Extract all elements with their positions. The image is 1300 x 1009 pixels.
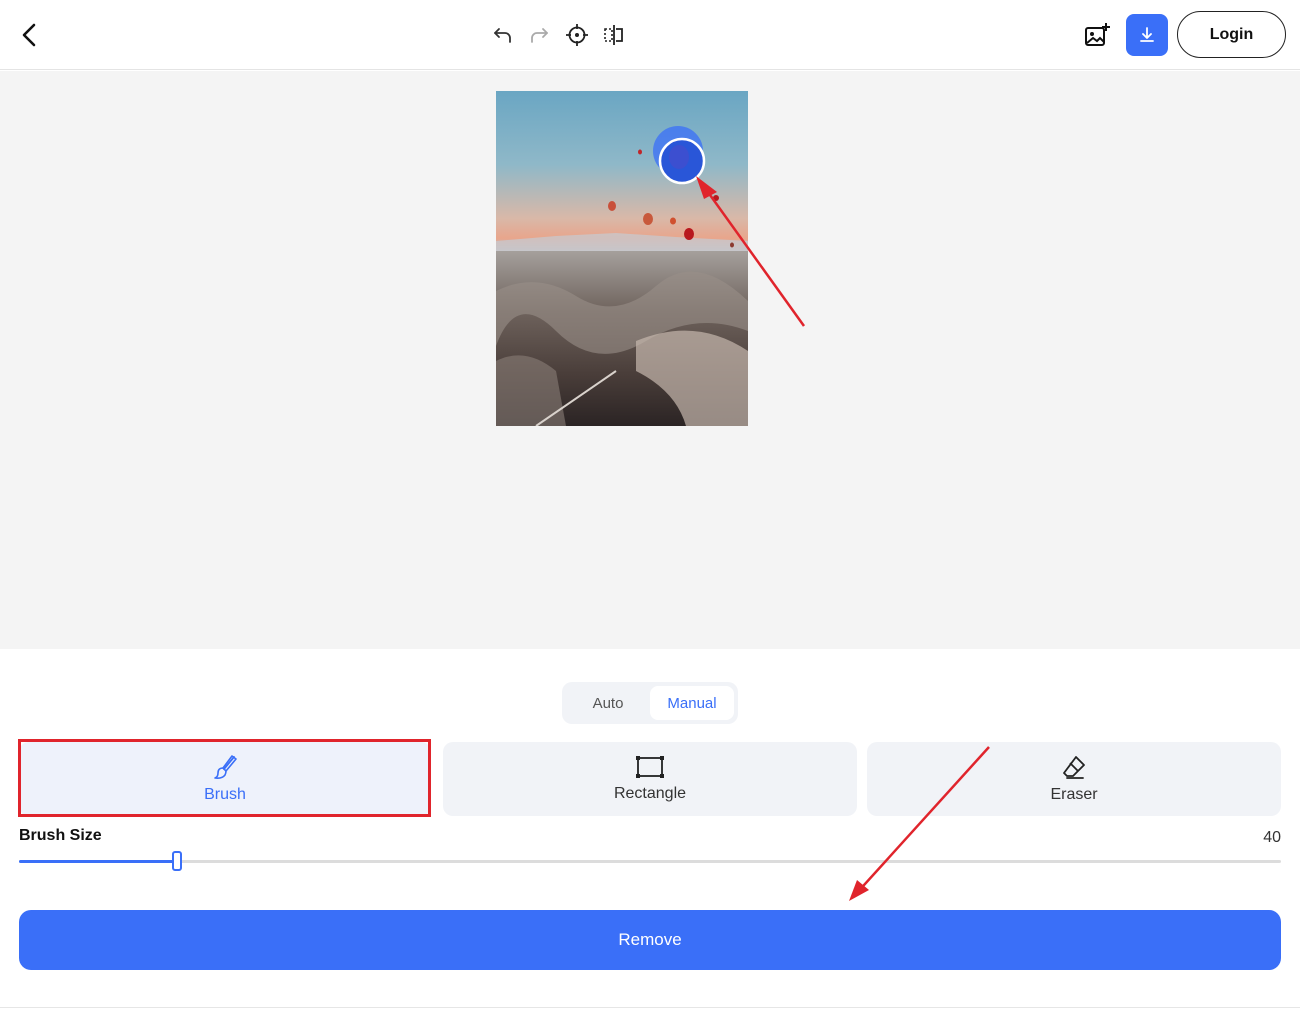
bottom-panel: Auto Manual Brush Rectangle Eraser Brush… bbox=[0, 649, 1300, 1009]
editor-canvas[interactable] bbox=[0, 71, 1300, 649]
eraser-label: Eraser bbox=[1050, 786, 1098, 803]
photo-preview[interactable] bbox=[496, 91, 748, 426]
mode-auto[interactable]: Auto bbox=[566, 686, 650, 720]
brush-label: Brush bbox=[204, 786, 246, 803]
rectangle-label: Rectangle bbox=[613, 785, 687, 802]
eraser-icon bbox=[1063, 756, 1085, 779]
compare-split-icon bbox=[604, 25, 623, 45]
compare-button[interactable] bbox=[599, 20, 629, 50]
remove-button[interactable]: Remove bbox=[19, 910, 1281, 970]
add-image-button[interactable] bbox=[1080, 18, 1114, 52]
mode-manual[interactable]: Manual bbox=[650, 686, 734, 720]
undo-icon bbox=[494, 28, 511, 43]
download-button[interactable] bbox=[1126, 14, 1168, 56]
slider-fill bbox=[19, 860, 177, 863]
balloon-landscape-image bbox=[496, 91, 748, 426]
download-icon bbox=[1140, 27, 1154, 42]
brush-tool-button[interactable]: Brush bbox=[19, 742, 431, 816]
brush-size-label: Brush Size bbox=[19, 827, 102, 844]
crosshair-button[interactable] bbox=[562, 20, 592, 50]
redo-button[interactable] bbox=[524, 20, 554, 50]
bottom-divider bbox=[0, 1007, 1300, 1008]
brush-size-value: 40 bbox=[1263, 829, 1281, 846]
crosshair-icon bbox=[566, 24, 588, 46]
slider-thumb[interactable] bbox=[171, 851, 182, 871]
undo-button[interactable] bbox=[488, 20, 518, 50]
login-button[interactable]: Login bbox=[1177, 11, 1286, 58]
back-button[interactable] bbox=[12, 18, 46, 52]
rectangle-tool-button[interactable]: Rectangle bbox=[443, 742, 857, 816]
rectangle-icon bbox=[636, 756, 664, 778]
redo-icon bbox=[531, 28, 548, 43]
brush-icon bbox=[214, 755, 237, 779]
top-toolbar: Login bbox=[0, 0, 1300, 70]
mode-toggle: Auto Manual bbox=[562, 682, 738, 724]
chevron-left-icon bbox=[22, 23, 36, 47]
eraser-tool-button[interactable]: Eraser bbox=[867, 742, 1281, 816]
add-image-icon bbox=[1085, 23, 1110, 46]
brush-size-slider[interactable] bbox=[19, 851, 1281, 871]
